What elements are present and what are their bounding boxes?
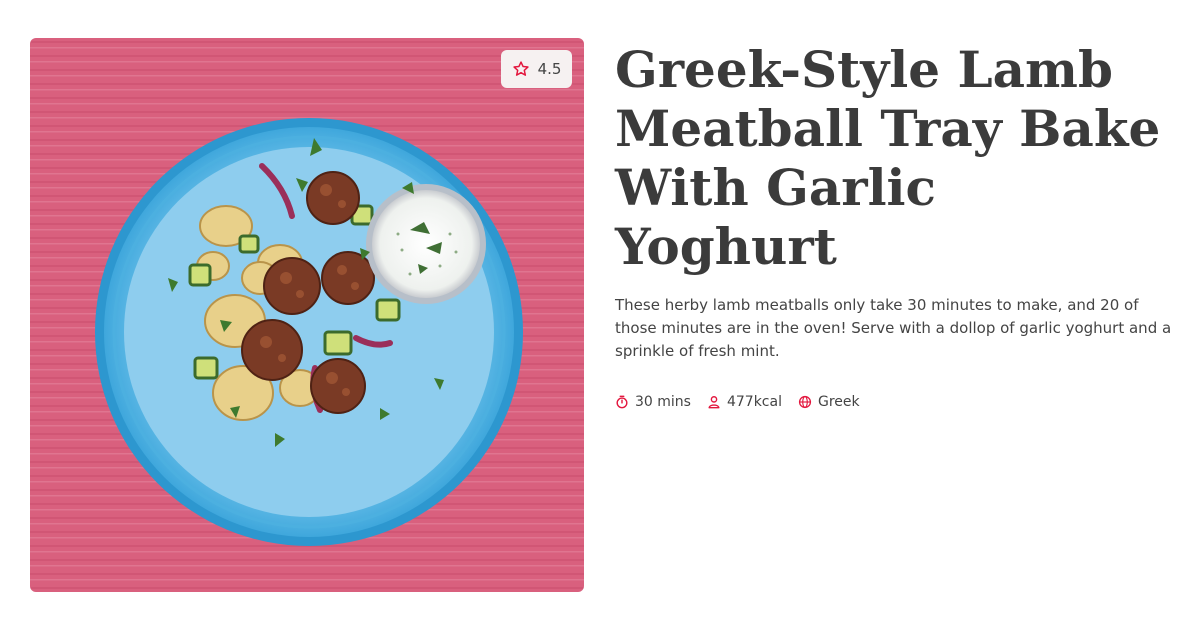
meta-calories: 477kcal xyxy=(707,394,782,410)
recipe-title[interactable]: Greek-Style Lamb Meatball Tray Bake With… xyxy=(615,40,1175,276)
meta-cuisine-value: Greek xyxy=(817,394,860,410)
globe-icon xyxy=(798,395,812,409)
recipe-photo xyxy=(30,38,584,592)
meta-time: 30 mins xyxy=(615,394,691,410)
rating-badge[interactable]: 4.5 xyxy=(501,50,572,88)
meta-cuisine: Greek xyxy=(798,394,860,410)
meta-time-value: 30 mins xyxy=(635,394,691,410)
star-icon xyxy=(512,61,529,76)
rating-value: 4.5 xyxy=(537,60,562,78)
meta-calories-value: 477kcal xyxy=(726,394,782,410)
person-icon xyxy=(708,396,720,409)
stopwatch-icon xyxy=(616,395,628,409)
recipe-image[interactable] xyxy=(30,38,584,592)
recipe-meta: 30 mins 477kcal Greek xyxy=(615,394,1175,410)
recipe-description: These herby lamb meatballs only take 30 … xyxy=(615,296,1172,360)
recipe-details: Greek-Style Lamb Meatball Tray Bake With… xyxy=(615,40,1175,410)
